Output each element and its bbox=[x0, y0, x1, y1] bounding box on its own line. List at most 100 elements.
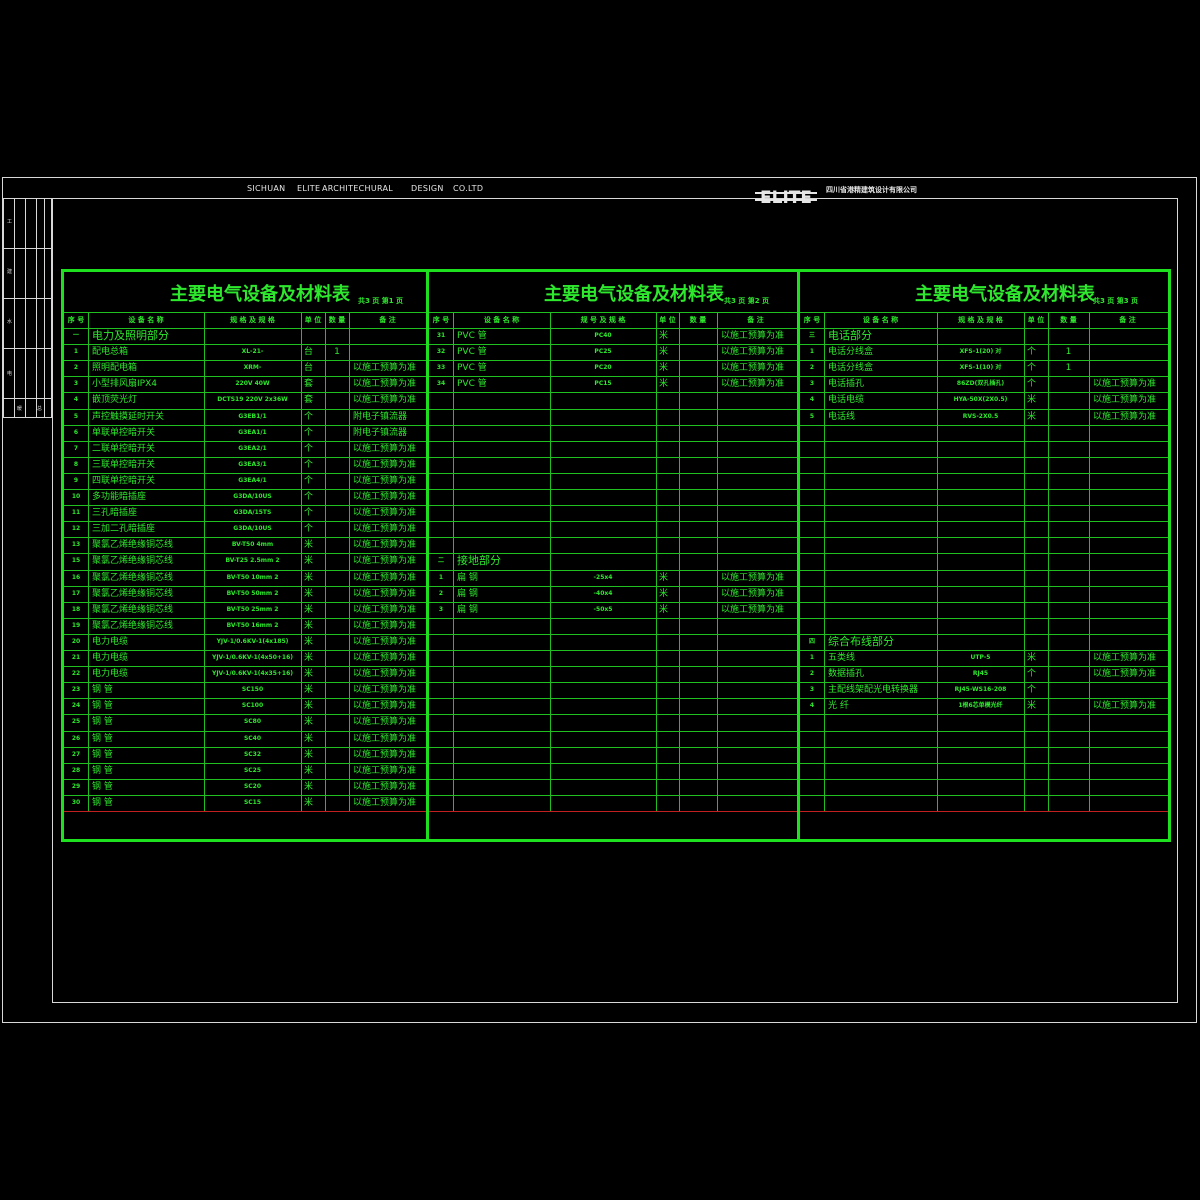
table-cell: 16 bbox=[71, 573, 81, 581]
table-cell: 米 bbox=[304, 620, 314, 631]
table-column-rule bbox=[824, 312, 825, 811]
column-header-seq: 序 号 bbox=[67, 316, 85, 324]
table-cell: 4 bbox=[73, 396, 79, 404]
table-rule bbox=[429, 794, 797, 796]
header-coltd: CO.LTD bbox=[453, 184, 484, 193]
table-cell: 电力电缆 bbox=[92, 669, 129, 680]
table-cell: 34 bbox=[436, 380, 446, 388]
table-cell: 3 bbox=[809, 686, 815, 694]
table-cell: 4 bbox=[809, 702, 815, 710]
table-cell: 15 bbox=[71, 557, 81, 565]
table-cell: 以施工预算为准 bbox=[353, 588, 417, 599]
column-header-spec: 规 格 及 规 格 bbox=[230, 316, 275, 324]
column-header-spec: 规 格 及 规 格 bbox=[958, 316, 1003, 324]
table-cell: 4 bbox=[809, 396, 815, 404]
table-cell: 个 bbox=[304, 459, 314, 470]
table-rule bbox=[800, 778, 1168, 780]
table-cell: 个 bbox=[1027, 363, 1037, 374]
table-cell: 米 bbox=[304, 797, 314, 808]
table-cell: 米 bbox=[304, 749, 314, 760]
table-cell: G3EA3/1 bbox=[238, 460, 267, 468]
strip-label: 暖 bbox=[17, 406, 23, 412]
table-cell: XFS-1(10) 对 bbox=[959, 364, 1002, 372]
table-cell: 23 bbox=[71, 686, 81, 694]
table-cell: 米 bbox=[1027, 653, 1037, 663]
table-cell: 四联单控暗开关 bbox=[92, 475, 156, 486]
table-cell: 米 bbox=[304, 556, 314, 567]
table-cell: 套 bbox=[304, 379, 314, 390]
table-cell: 三联单控暗开关 bbox=[92, 459, 156, 470]
table-cell: 声控触摸延时开关 bbox=[92, 411, 165, 422]
table-cell: XRM- bbox=[243, 364, 262, 372]
table-cell: PVC 管 bbox=[457, 347, 487, 358]
table-cell: 以施工预算为准 bbox=[353, 620, 417, 631]
table-cell: 以施工预算为准 bbox=[353, 540, 417, 551]
material-table-panel-2: 主要电气设备及材料表 共3 页 第2 页序 号 设 备 名 称 规 号 及 规 格 单 … bbox=[426, 269, 800, 842]
table-column-rule bbox=[717, 312, 718, 811]
column-header-seq: 序 号 bbox=[803, 316, 821, 324]
table-cell: 8 bbox=[73, 460, 79, 468]
table-cell: 米 bbox=[304, 588, 314, 599]
table-cell: 个 bbox=[1027, 669, 1037, 680]
table-cell: 个 bbox=[304, 508, 314, 519]
table-cell: 米 bbox=[659, 588, 669, 599]
table-cell: 220V 40W bbox=[235, 380, 270, 388]
table-cell: 数据插孔 bbox=[828, 669, 865, 680]
table-cell: 二联单控暗开关 bbox=[92, 443, 156, 454]
table-column-rule bbox=[1089, 312, 1090, 811]
table-title: 主要电气设备及材料表 bbox=[170, 284, 350, 305]
table-cell: 钢 管 bbox=[92, 781, 113, 792]
table-cell: 9 bbox=[73, 476, 79, 484]
column-header-note: 备 注 bbox=[747, 316, 764, 324]
table-cell: 17 bbox=[71, 589, 81, 597]
table-cell: 以施工预算为准 bbox=[353, 363, 417, 374]
table-cell: 光 纤 bbox=[828, 701, 849, 712]
table-cell: 1 bbox=[334, 347, 340, 358]
table-cell: 1 bbox=[73, 348, 79, 356]
table-cell: 25 bbox=[71, 718, 81, 726]
table-rule bbox=[429, 666, 797, 668]
table-cell: 米 bbox=[659, 572, 669, 583]
table-rule bbox=[800, 794, 1168, 796]
table-cell: SC15 bbox=[243, 798, 262, 806]
table-cell: 电话线 bbox=[828, 411, 856, 422]
column-header-note: 备 注 bbox=[379, 316, 396, 324]
table-cell: RJ45 bbox=[972, 670, 989, 678]
table-cell: 单联单控暗开关 bbox=[92, 427, 156, 438]
table-rule bbox=[429, 714, 797, 716]
table-cell: YJV-1/0.6KV-1(4x50+16) bbox=[211, 654, 294, 661]
table-cell: 钢 管 bbox=[92, 797, 113, 808]
table-cell: 26 bbox=[71, 734, 81, 742]
table-cell: 30 bbox=[71, 798, 81, 806]
table-cell: 个 bbox=[304, 443, 314, 454]
table-cell: 2 bbox=[438, 589, 444, 597]
table-cell: BV-T25 2.5mm 2 bbox=[225, 557, 280, 565]
table-cell: 以施工预算为准 bbox=[353, 717, 417, 728]
table-column-rule bbox=[349, 312, 350, 811]
table-cell: XFS-1(20) 对 bbox=[959, 348, 1002, 356]
table-cell: SC25 bbox=[243, 766, 262, 774]
table-cell: 以施工预算为准 bbox=[353, 572, 417, 583]
table-cell: 米 bbox=[659, 347, 669, 358]
table-cell: 聚氯乙烯绝缘铜芯线 bbox=[92, 572, 174, 583]
page-number: 共3 页 第2 页 bbox=[724, 297, 770, 305]
table-cell: 22 bbox=[71, 670, 81, 678]
table-cell: 套 bbox=[304, 395, 314, 406]
table-cell: G3DA/15TS bbox=[233, 509, 272, 517]
table-rule bbox=[800, 456, 1168, 458]
table-cell: SC80 bbox=[243, 718, 262, 726]
material-table-panel-1: 主要电气设备及材料表 共3 页 第1 页序 号 设 备 名 称 规 格 及 规 格 单 … bbox=[61, 269, 429, 842]
table-cell: 1 bbox=[1065, 363, 1072, 374]
table-cell: 米 bbox=[304, 685, 314, 696]
table-rule bbox=[800, 505, 1168, 507]
table-cell: 以施工预算为准 bbox=[721, 331, 785, 341]
table-cell: 33 bbox=[436, 364, 446, 372]
table-rule bbox=[800, 472, 1168, 474]
header-sichuan: SICHUAN bbox=[247, 184, 286, 193]
table-cell: G3EA4/1 bbox=[238, 476, 267, 484]
table-cell: G3EB1/1 bbox=[238, 412, 267, 420]
table-cell: 12 bbox=[71, 525, 81, 533]
table-cell: 86ZD(双孔插孔) bbox=[956, 380, 1005, 388]
table-cell: 聚氯乙烯绝缘铜芯线 bbox=[92, 588, 174, 599]
table-cell: BV-T50 25mm 2 bbox=[226, 605, 279, 613]
